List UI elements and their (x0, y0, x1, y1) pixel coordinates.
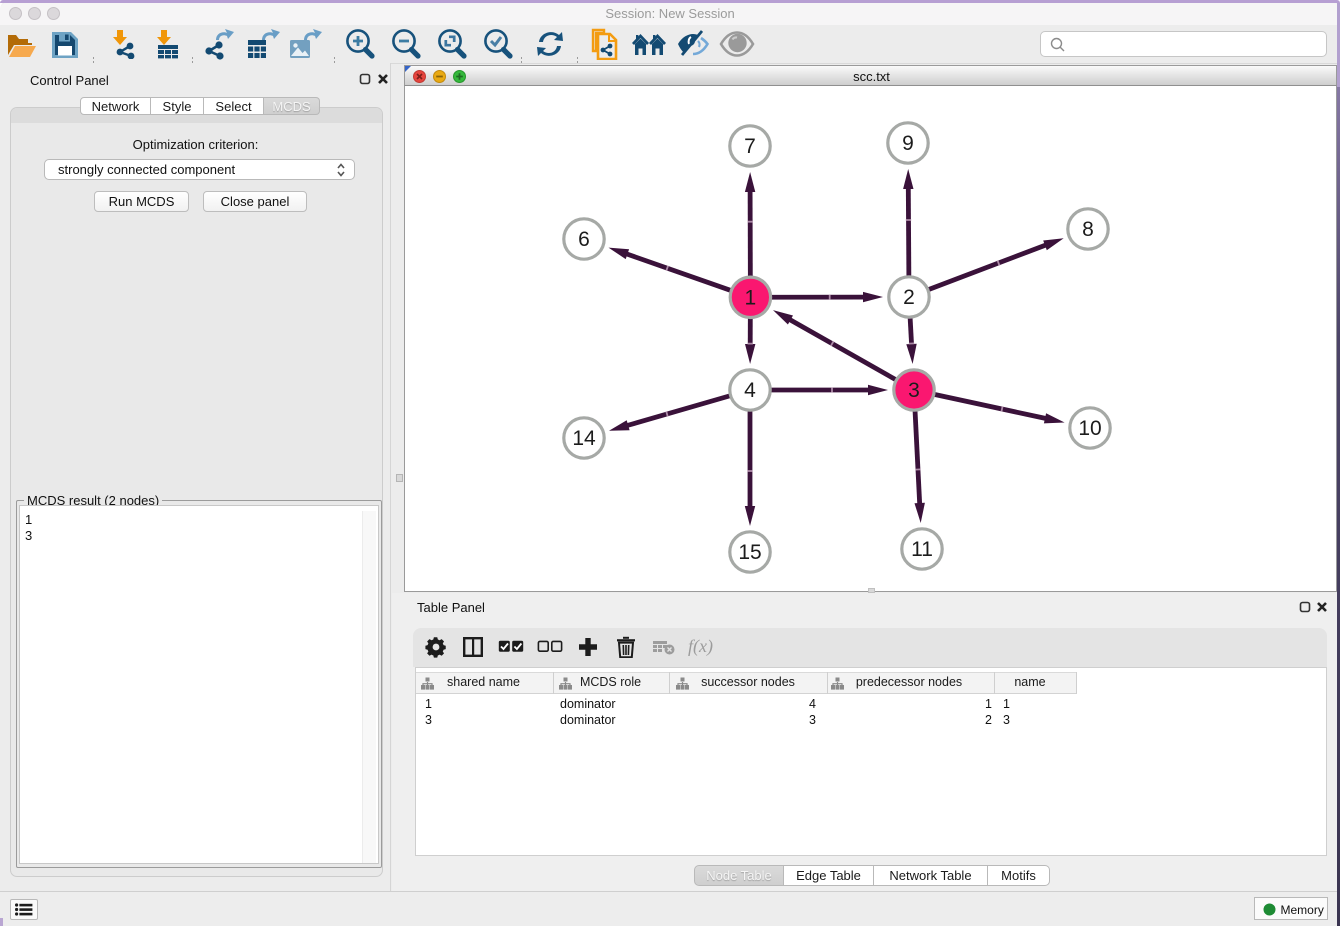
svg-text:9: 9 (902, 132, 914, 155)
svg-text:15: 15 (738, 541, 761, 564)
svg-text:4: 4 (744, 379, 756, 402)
svg-text:3: 3 (908, 379, 920, 402)
svg-text:8: 8 (1082, 218, 1094, 241)
svg-text:14: 14 (572, 427, 596, 450)
svg-text:11: 11 (911, 538, 933, 561)
svg-text:1: 1 (745, 287, 757, 310)
svg-text:10: 10 (1078, 417, 1101, 440)
svg-text:7: 7 (744, 135, 756, 158)
svg-text:6: 6 (578, 228, 590, 251)
svg-text:2: 2 (903, 286, 915, 309)
